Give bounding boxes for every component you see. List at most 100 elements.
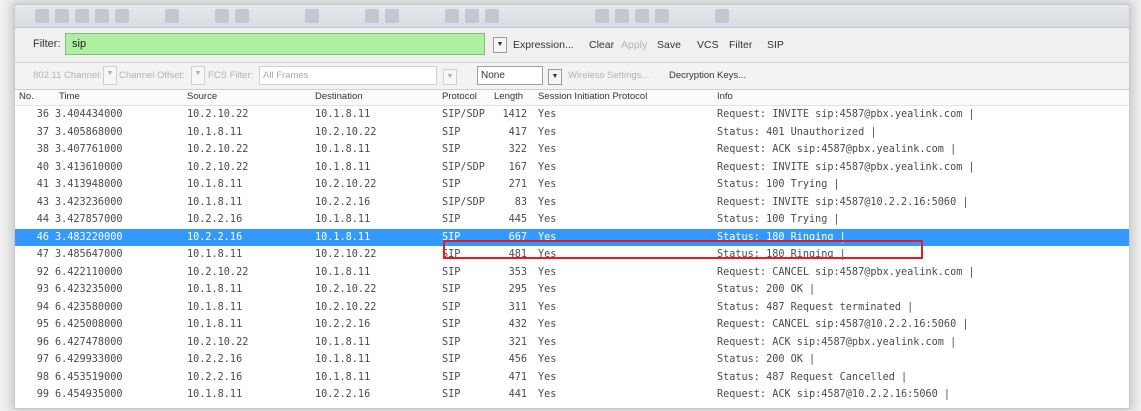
sip-button[interactable]: SIP xyxy=(767,39,784,51)
column-header-destination[interactable]: Destination xyxy=(315,91,363,102)
autoscroll-icon[interactable] xyxy=(385,9,399,23)
table-row[interactable]: 96 6.427478000 10.2.10.22 10.1.8.11 SIP 321 Ye… xyxy=(15,334,1129,352)
packet-list-header: No. Time Source Destination Protocol Len… xyxy=(15,90,1129,106)
table-row[interactable]: 97 6.429933000 10.2.2.16 10.1.8.11 SIP 456 Yes… xyxy=(15,351,1129,369)
channel-offset-select[interactable]: ▼ xyxy=(191,66,205,85)
capture-filters-icon[interactable] xyxy=(595,9,609,23)
display-filters-icon[interactable] xyxy=(615,9,629,23)
filter-button[interactable]: Filter xyxy=(729,39,752,51)
find-icon[interactable] xyxy=(165,9,179,23)
packet-source: 10.1.8.11 xyxy=(187,196,243,208)
expression-button[interactable]: Expression... xyxy=(513,39,574,51)
forward-icon[interactable] xyxy=(235,9,249,23)
packet-sip: Yes xyxy=(538,214,557,225)
preferences-icon[interactable] xyxy=(655,9,669,23)
packet-list[interactable]: No. Time Source Destination Protocol Len… xyxy=(15,90,1129,408)
table-row[interactable]: 36 3.404434000 10.2.10.22 10.1.8.11 SIP/SDP 1… xyxy=(15,106,1129,124)
table-row[interactable]: 40 3.413610000 10.2.10.22 10.1.8.11 SIP/SDP 1… xyxy=(15,159,1129,177)
back-icon[interactable] xyxy=(215,9,229,23)
table-row[interactable]: 47 3.485647000 10.1.8.11 10.2.10.22 SIP 481 Ye… xyxy=(15,246,1129,264)
channel-select[interactable]: ▼ xyxy=(103,66,117,85)
column-header-protocol[interactable]: Protocol xyxy=(442,91,477,102)
filter-dropdown-icon[interactable]: ▼ xyxy=(493,37,507,53)
filter-input[interactable] xyxy=(65,33,485,55)
packet-length: 322 xyxy=(508,144,527,155)
packet-info: Request: INVITE sip:4587@pbx.yealink.com… xyxy=(717,161,975,173)
packet-source: 10.2.2.16 xyxy=(187,371,243,383)
packet-time: 6.423580000 xyxy=(55,301,123,313)
packet-sip: Yes xyxy=(538,389,557,400)
table-row[interactable]: 94 6.423580000 10.1.8.11 10.2.10.22 SIP 311 Ye… xyxy=(15,299,1129,317)
save-button[interactable]: Save xyxy=(657,39,681,51)
packet-length: 456 xyxy=(508,354,527,365)
table-row[interactable]: 93 6.423235000 10.1.8.11 10.2.10.22 SIP 295 Ye… xyxy=(15,281,1129,299)
zoom-in-icon[interactable] xyxy=(445,9,459,23)
packet-time: 6.453519000 xyxy=(55,371,123,383)
close-icon[interactable] xyxy=(75,9,89,23)
packet-length: 83 xyxy=(514,196,527,208)
packet-info: Status: 180 Ringing | xyxy=(717,231,846,243)
help-icon[interactable] xyxy=(715,9,729,23)
column-header-info[interactable]: Info xyxy=(717,91,733,102)
coloring-rules-icon[interactable] xyxy=(635,9,649,23)
table-row[interactable]: 43 3.423236000 10.1.8.11 10.2.2.16 SIP/SDP 83… xyxy=(15,194,1129,212)
packet-info: Request: CANCEL sip:4587@pbx.yealink.com… xyxy=(717,266,975,278)
packet-source: 10.2.10.22 xyxy=(187,266,249,278)
packet-sip: Yes xyxy=(538,179,557,190)
table-row[interactable]: 98 6.453519000 10.2.2.16 10.1.8.11 SIP 471 Yes… xyxy=(15,369,1129,387)
packet-protocol: SIP xyxy=(442,319,461,330)
column-header-no[interactable]: No. xyxy=(19,91,34,102)
packet-length: 321 xyxy=(508,336,527,348)
table-row[interactable]: 41 3.413948000 10.1.8.11 10.2.10.22 SIP 271 Ye… xyxy=(15,176,1129,194)
packet-info: Status: 200 OK | xyxy=(717,354,816,365)
packet-no: 95 xyxy=(36,319,49,330)
table-row[interactable]: 46 3.483220000 10.2.2.16 10.1.8.11 SIP 667 Yes… xyxy=(15,228,1129,246)
clear-button[interactable]: Clear xyxy=(589,39,614,51)
packet-info: Status: 100 Trying | xyxy=(717,214,840,225)
chevron-down-icon: ▼ xyxy=(104,67,116,84)
decryption-mode-select[interactable]: None xyxy=(477,66,543,85)
packet-destination: 10.1.8.11 xyxy=(315,109,371,120)
column-header-length[interactable]: Length xyxy=(494,91,523,102)
column-header-source[interactable]: Source xyxy=(187,91,217,102)
table-row[interactable]: 92 6.422110000 10.2.10.22 10.1.8.11 SIP 353 Ye… xyxy=(15,264,1129,282)
packet-protocol: SIP xyxy=(442,126,461,138)
zoom-out-icon[interactable] xyxy=(465,9,479,23)
packet-info: Status: 487 Request terminated | xyxy=(717,301,914,313)
vcs-button[interactable]: VCS xyxy=(697,39,719,51)
column-header-sip[interactable]: Session Initiation Protocol xyxy=(538,91,647,102)
decryption-chevron-down-icon[interactable]: ▼ xyxy=(548,69,562,85)
colorize-icon[interactable] xyxy=(365,9,379,23)
apply-button[interactable]: Apply xyxy=(621,39,647,51)
packet-no: 93 xyxy=(36,284,49,295)
normal-size-icon[interactable] xyxy=(485,9,499,23)
packet-protocol: SIP xyxy=(442,231,461,243)
packet-no: 94 xyxy=(36,301,49,313)
table-row[interactable]: 44 3.427857000 10.2.2.16 10.1.8.11 SIP 445 Yes… xyxy=(15,211,1129,229)
packet-source: 10.2.10.22 xyxy=(187,336,249,348)
reload-icon[interactable] xyxy=(95,9,109,23)
table-row[interactable]: 38 3.407761000 10.2.10.22 10.1.8.11 SIP 322 Ye… xyxy=(15,141,1129,159)
open-icon[interactable] xyxy=(35,9,49,23)
table-row[interactable]: 99 6.454935000 10.1.8.11 10.2.2.16 SIP 441 Yes… xyxy=(15,386,1129,404)
packet-time: 3.407761000 xyxy=(55,144,123,155)
table-row[interactable]: 95 6.425008000 10.1.8.11 10.2.2.16 SIP 432 Yes… xyxy=(15,316,1129,334)
packet-info: Request: ACK sip:4587@10.2.2.16:5060 | xyxy=(717,389,951,400)
packet-no: 41 xyxy=(36,179,49,190)
print-icon[interactable] xyxy=(115,9,129,23)
wireless-settings-button[interactable]: Wireless Settings... xyxy=(568,70,649,81)
packet-info: Status: 487 Request Cancelled | xyxy=(717,371,908,383)
packet-info: Request: ACK sip:4587@pbx.yealink.com | xyxy=(717,336,957,348)
decryption-keys-button[interactable]: Decryption Keys... xyxy=(669,70,746,81)
column-header-time[interactable]: Time xyxy=(59,91,80,102)
save-icon[interactable] xyxy=(55,9,69,23)
fcs-filter-select[interactable]: All Frames xyxy=(259,66,437,85)
packet-length: 417 xyxy=(508,126,527,138)
packet-protocol: SIP xyxy=(442,179,461,190)
fcs-chevron-down-icon[interactable]: ▼ xyxy=(443,69,457,85)
packet-length: 471 xyxy=(508,371,527,383)
packet-length: 271 xyxy=(508,179,527,190)
table-row[interactable]: 37 3.405868000 10.1.8.11 10.2.10.22 SIP 417 Ye… xyxy=(15,124,1129,142)
go-to-icon[interactable] xyxy=(305,9,319,23)
packet-time: 3.427857000 xyxy=(55,214,123,225)
